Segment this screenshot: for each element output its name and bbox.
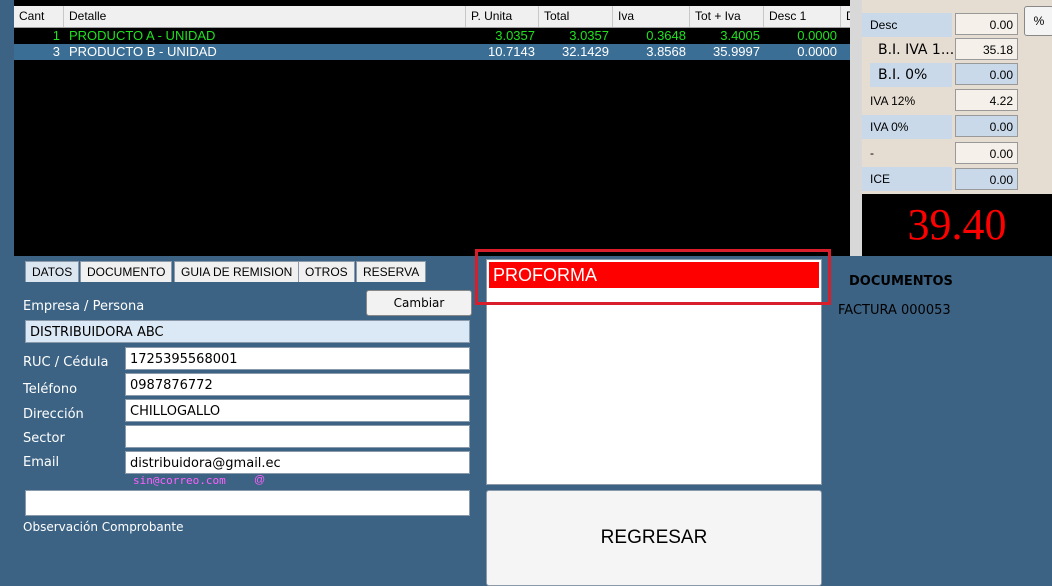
col-detalle[interactable]: Detalle	[64, 6, 466, 27]
cell-detalle: PRODUCTO B - UNIDAD	[69, 44, 217, 59]
cell-iva: 3.8568	[646, 44, 686, 59]
cell-detalle: PRODUCTO A - UNIDAD	[69, 28, 216, 43]
observacion-label: Observación Comprobante	[23, 520, 184, 534]
cell-cant: 3	[52, 44, 60, 59]
cell-p-unita: 10.7143	[488, 44, 535, 59]
col-total[interactable]: Total	[539, 6, 613, 27]
document-item[interactable]: FACTURA 000053	[838, 303, 951, 318]
bi0-value[interactable]: 0.00	[955, 63, 1018, 85]
tab-documento[interactable]: DOCUMENTO	[80, 261, 173, 282]
tab-guia-remision[interactable]: GUIA DE REMISION	[174, 261, 300, 282]
tab-datos[interactable]: DATOS	[25, 261, 80, 282]
observacion-field[interactable]	[25, 490, 470, 516]
sector-label: Sector	[23, 431, 65, 446]
col-desc1[interactable]: Desc 1	[764, 6, 841, 27]
grand-total: 39.40	[862, 194, 1052, 256]
direccion-label: Dirección	[23, 407, 84, 422]
regresar-button[interactable]: REGRESAR	[486, 490, 822, 586]
bi0-label: B.I. 0%	[870, 63, 952, 87]
ruc-label: RUC / Cédula	[23, 355, 109, 370]
col-d[interactable]: D	[841, 6, 850, 27]
cell-iva: 0.3648	[646, 28, 686, 43]
percent-button[interactable]: %	[1024, 6, 1052, 36]
empresa-label: Empresa / Persona	[23, 299, 145, 314]
bi-iva-value[interactable]: 35.18	[955, 38, 1018, 60]
cell-total: 32.1429	[562, 44, 609, 59]
telefono-field[interactable]: 0987876772	[125, 373, 470, 396]
dash-label: -	[870, 146, 874, 160]
iva0-value[interactable]: 0.00	[955, 115, 1018, 137]
sector-field[interactable]	[125, 425, 470, 448]
table-header: Cant Detalle P. Unita Total Iva Tot + Iv…	[14, 6, 850, 28]
iva12-value[interactable]: 4.22	[955, 89, 1018, 111]
iva12-label: IVA 12%	[870, 94, 916, 108]
tab-otros[interactable]: OTROS	[298, 261, 355, 282]
col-tot-iva[interactable]: Tot + Iva	[690, 6, 764, 27]
col-iva[interactable]: Iva	[613, 6, 690, 27]
col-p-unita[interactable]: P. Unita	[466, 6, 539, 27]
ice-label: ICE	[862, 167, 952, 191]
items-table[interactable]: Cant Detalle P. Unita Total Iva Tot + Iv…	[14, 0, 850, 256]
ruc-field[interactable]: 1725395568001	[125, 347, 470, 370]
cambiar-button[interactable]: Cambiar	[366, 290, 472, 316]
email-label: Email	[23, 455, 60, 470]
cell-tot-iva: 3.4005	[720, 28, 760, 43]
tab-reserva[interactable]: RESERVA	[356, 261, 427, 282]
desc-value[interactable]: 0.00	[955, 13, 1018, 35]
email-field[interactable]: distribuidora@gmail.ec	[125, 451, 470, 474]
cell-cant: 1	[52, 28, 60, 43]
cell-tot-iva: 35.9997	[713, 44, 760, 59]
empresa-field[interactable]: DISTRIBUIDORA ABC	[25, 320, 470, 343]
direccion-field[interactable]: CHILLOGALLO	[125, 399, 470, 422]
dash-value[interactable]: 0.00	[955, 142, 1018, 164]
col-cant[interactable]: Cant	[14, 6, 64, 27]
table-row[interactable]: 1 PRODUCTO A - UNIDAD 3.0357 3.0357 0.36…	[14, 28, 850, 44]
highlight-box	[475, 249, 831, 305]
table-scrollbar[interactable]	[850, 0, 862, 256]
desc-label: Desc	[862, 13, 952, 37]
cell-desc1: 0.0000	[797, 28, 837, 43]
documents-title: DOCUMENTOS	[849, 274, 953, 289]
table-row[interactable]: 3 PRODUCTO B - UNIDAD 10.7143 32.1429 3.…	[14, 44, 850, 60]
email-hint: sin@correo.com	[133, 474, 226, 487]
telefono-label: Teléfono	[23, 382, 78, 397]
at-icon: @	[254, 474, 266, 486]
iva0-label: IVA 0%	[862, 115, 952, 139]
cell-desc1: 0.0000	[797, 44, 837, 59]
bi-iva-label: B.I. IVA 1...	[878, 42, 955, 58]
cell-p-unita: 3.0357	[495, 28, 535, 43]
ice-value[interactable]: 0.00	[955, 168, 1018, 190]
cell-total: 3.0357	[569, 28, 609, 43]
